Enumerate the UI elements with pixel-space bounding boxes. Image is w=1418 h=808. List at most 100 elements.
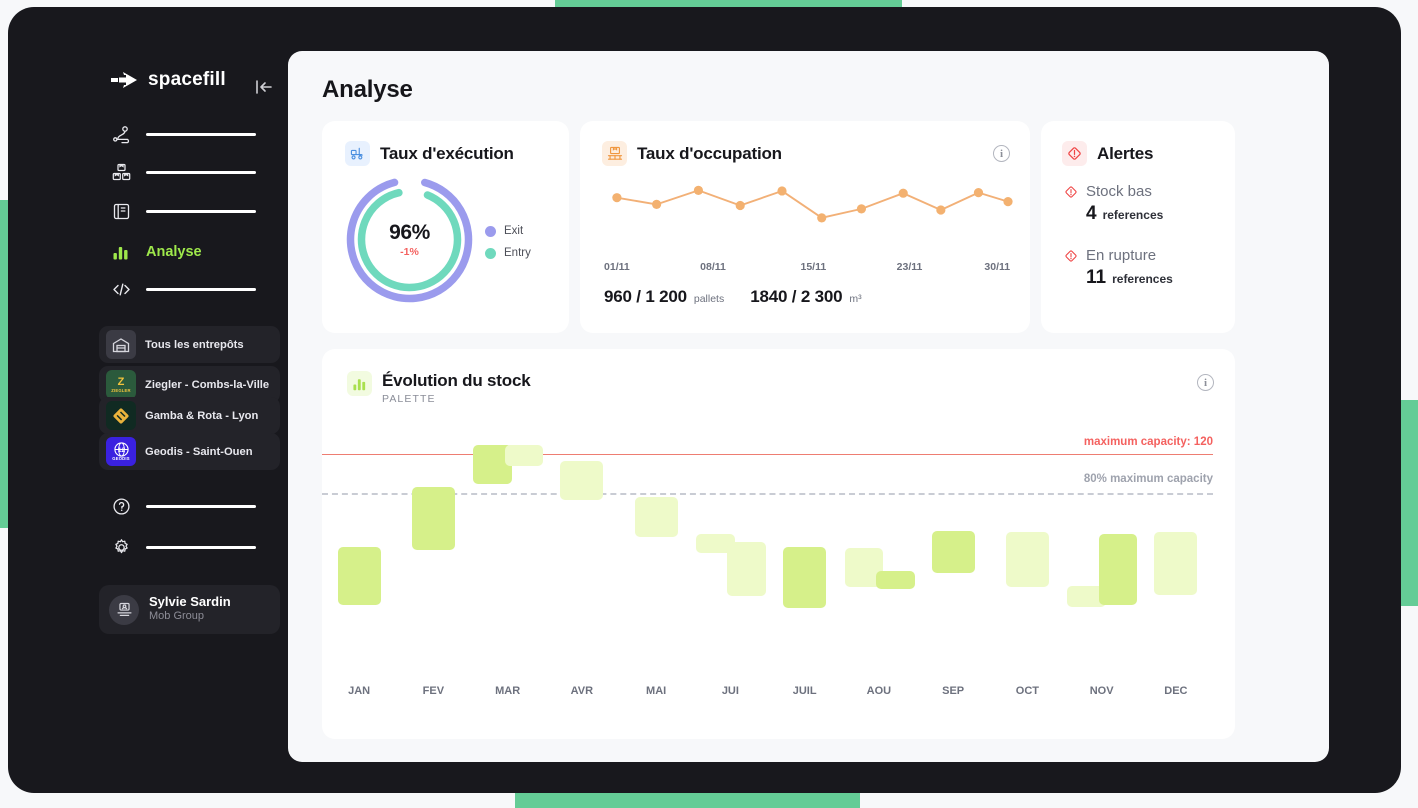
alert-en-rupture-label: En rupture: [1086, 247, 1157, 264]
main-content: Analyse Taux d'exécution 96% -1% Exit En…: [288, 51, 1329, 762]
geodis-logo-icon: 12 GEODIS: [106, 437, 136, 466]
legend-dot-exit: [485, 225, 496, 237]
alert-en-rupture-number: 11: [1086, 267, 1107, 288]
legend-item-entry: Entry: [485, 247, 531, 259]
occupation-data-point-5[interactable]: [817, 213, 827, 223]
occupation-stat-pallets: 960 / 1 200 pallets: [604, 287, 724, 307]
alerts-header: Alertes: [1062, 141, 1153, 166]
occupation-data-point-0[interactable]: [612, 193, 622, 203]
help-circle-icon: [112, 497, 131, 516]
stock-bar-jan-0[interactable]: [337, 546, 381, 606]
stock-bar-mai-0[interactable]: [634, 496, 678, 538]
sidebar-item-1[interactable]: [112, 161, 256, 183]
sidebar-settings-item[interactable]: [112, 538, 256, 557]
alerts-card: Alertes Stock bas 4 references En ruptur…: [1041, 121, 1235, 333]
sidebar-item-2-label-redacted: [146, 209, 256, 213]
sidebar-item-2[interactable]: [112, 200, 256, 222]
occupation-tick-4: 30/11: [984, 261, 1011, 273]
occupation-tick-2: 15/11: [800, 261, 827, 273]
sidebar-item-0[interactable]: [112, 123, 256, 145]
alert-en-rupture-count: 11 references: [1063, 267, 1173, 289]
warehouse-item-gamba-rota[interactable]: Gamba & Rota - Lyon: [99, 397, 280, 434]
stock-month-label-mar: MAR: [495, 685, 521, 697]
occupation-tick-3: 23/11: [896, 261, 923, 273]
sidebar-item-analyse[interactable]: Analyse: [112, 241, 202, 263]
alert-stock-bas-number: 4: [1086, 203, 1097, 224]
legend-item-exit: Exit: [485, 225, 523, 237]
info-icon[interactable]: i: [993, 145, 1010, 162]
occupation-tick-0: 01/11: [604, 261, 630, 273]
occupation-x-axis: 01/11 08/11 15/11 23/11 30/11: [596, 261, 1014, 277]
sidebar-help-item[interactable]: [112, 497, 256, 516]
stock-bar-avr-0[interactable]: [560, 460, 604, 500]
alert-en-rupture-unit: references: [1112, 272, 1173, 286]
warehouse-item-all-label: Tous les entrepôts: [145, 338, 244, 351]
legend-dot-entry: [485, 247, 496, 259]
stock-bar-mar-1[interactable]: [504, 444, 544, 466]
user-org: Mob Group: [149, 610, 205, 623]
stock-evolution-subtitle: PALETTE: [382, 393, 436, 405]
boxes-icon: [112, 163, 131, 182]
warehouse-item-geodis-label: Geodis - Saint-Ouen: [145, 445, 253, 458]
occupation-data-point-10[interactable]: [1003, 197, 1013, 207]
stock-bar-jui-1[interactable]: [727, 542, 766, 596]
user-profile-text: Sylvie Sardin Mob Group: [149, 594, 231, 623]
occupation-data-point-6[interactable]: [856, 204, 867, 214]
stock-bar-aou-1[interactable]: [875, 571, 915, 589]
bar-chart-icon: [112, 243, 131, 262]
stock-bar-sep-0[interactable]: [931, 530, 975, 573]
eighty-percent-capacity-label: 80% maximum capacity: [1083, 473, 1213, 486]
sidebar-item-1-label-redacted: [146, 170, 256, 174]
sidebar-collapse-icon[interactable]: [255, 79, 273, 98]
stock-bar-juil-0[interactable]: [783, 546, 827, 609]
execution-delta: -1%: [400, 246, 419, 258]
stock-month-label-nov: NOV: [1089, 685, 1114, 697]
occupation-rate-header: Taux d'occupation: [602, 141, 782, 166]
sidebar-item-4-label-redacted: [146, 287, 256, 291]
user-profile-card[interactable]: Sylvie Sardin Mob Group: [99, 585, 280, 634]
warehouse-item-gamba-rota-label: Gamba & Rota - Lyon: [145, 409, 259, 422]
alert-row-en-rupture[interactable]: En rupture 11 references: [1063, 247, 1173, 289]
stock-bar-fev-0[interactable]: [411, 486, 455, 551]
occupation-data-point-3[interactable]: [735, 200, 745, 211]
warehouse-item-all[interactable]: Tous les entrepôts: [99, 326, 280, 363]
alert-diamond-icon: [1062, 141, 1087, 166]
stock-evolution-titles: Évolution du stock PALETTE: [382, 371, 531, 405]
occupation-line-chart: [596, 174, 1014, 254]
geodis-logo-text: GEODIS: [112, 456, 130, 461]
occupation-volume-unit: m³: [849, 293, 862, 305]
bar-chart-icon: [347, 371, 372, 396]
occupation-data-point-8[interactable]: [936, 205, 946, 215]
code-icon: [112, 280, 131, 299]
info-icon[interactable]: i: [1197, 374, 1214, 391]
execution-rate-header: Taux d'exécution: [345, 141, 514, 166]
stock-month-label-avr: AVR: [570, 685, 594, 697]
occupation-stat-volume: 1840 / 2 300 m³: [750, 287, 861, 307]
occupation-data-point-7[interactable]: [898, 188, 908, 198]
svg-text:12: 12: [117, 447, 125, 454]
occupation-volume-value: 1840 / 2 300: [750, 287, 843, 306]
stock-bar-nov-1[interactable]: [1098, 533, 1138, 606]
stock-evolution-chart: maximum capacity: 120 80% maximum capaci…: [322, 427, 1235, 697]
sidebar-item-4[interactable]: [112, 278, 256, 300]
occupation-data-point-4[interactable]: [777, 186, 787, 196]
legend-label-exit: Exit: [504, 225, 524, 237]
forklift-icon: [345, 141, 370, 166]
occupation-pallets-unit: pallets: [693, 293, 725, 305]
app-logo[interactable]: spacefill: [109, 69, 226, 91]
execution-rate-card: Taux d'exécution 96% -1% Exit Entry: [322, 121, 569, 333]
pallet-icon: [602, 141, 627, 166]
stock-bar-oct-0[interactable]: [1005, 532, 1049, 588]
stock-month-label-mai: MAI: [646, 685, 667, 697]
occupation-data-point-9[interactable]: [973, 188, 984, 198]
stock-bar-dec-0[interactable]: [1154, 532, 1198, 596]
occupation-data-point-1[interactable]: [652, 199, 662, 209]
occupation-data-point-2[interactable]: [693, 185, 704, 195]
max-capacity-line: [322, 454, 1213, 456]
user-name: Sylvie Sardin: [149, 594, 231, 610]
stock-month-label-jan: JAN: [348, 685, 371, 697]
sidebar-help-label-redacted: [146, 505, 256, 508]
warehouse-item-geodis[interactable]: 12 GEODIS Geodis - Saint-Ouen: [99, 433, 280, 470]
avatar: [109, 594, 139, 625]
alert-row-stock-bas[interactable]: Stock bas 4 references: [1063, 183, 1163, 225]
